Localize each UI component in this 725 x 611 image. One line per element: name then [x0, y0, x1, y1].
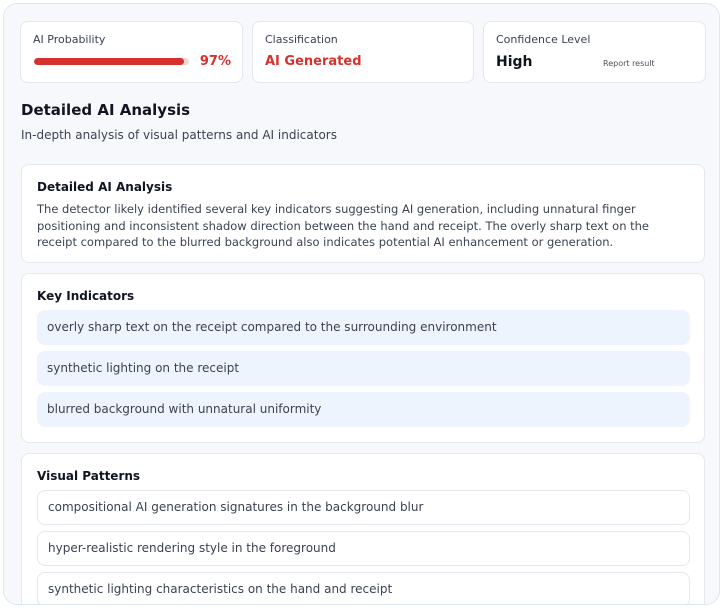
analysis-heading: Detailed AI Analysis [37, 180, 173, 194]
ai-probability-label: AI Probability [33, 33, 106, 46]
ai-probability-value: 97% [199, 54, 231, 69]
confidence-card: Confidence Level High Report result [483, 21, 706, 83]
section-subtitle: In-depth analysis of visual patterns and… [21, 128, 337, 142]
classification-card: Classification AI Generated [252, 21, 474, 83]
visual-patterns-heading: Visual Patterns [37, 469, 141, 483]
visual-patterns-panel: Visual Patterns compositional AI generat… [21, 453, 705, 604]
report-result-link[interactable]: Report result [603, 59, 655, 68]
ai-probability-bar [34, 58, 189, 65]
list-item: hyper-realistic rendering style in the f… [37, 531, 690, 566]
ai-probability-bar-fill [34, 58, 185, 65]
key-indicators-list: overly sharp text on the receipt compare… [37, 310, 690, 433]
key-indicators-heading: Key Indicators [37, 289, 135, 303]
analysis-body: The detector likely identified several k… [37, 202, 650, 249]
classification-label: Classification [265, 33, 338, 46]
list-item: synthetic lighting characteristics on th… [37, 572, 690, 604]
list-item: overly sharp text on the receipt compare… [37, 310, 690, 345]
confidence-label: Confidence Level [496, 33, 591, 46]
results-container: AI Probability 97% Classification AI Gen… [3, 3, 720, 605]
classification-value: AI Generated [265, 54, 362, 69]
key-indicators-panel: Key Indicators overly sharp text on the … [21, 273, 705, 443]
section-title: Detailed AI Analysis [21, 101, 191, 119]
confidence-value: High [496, 54, 533, 70]
analysis-panel: Detailed AI Analysis The detector likely… [21, 164, 705, 263]
list-item: compositional AI generation signatures i… [37, 490, 690, 525]
ai-probability-card: AI Probability 97% [20, 21, 243, 83]
visual-patterns-list: compositional AI generation signatures i… [37, 490, 690, 604]
list-item: synthetic lighting on the receipt [37, 351, 690, 386]
list-item: blurred background with unnatural unifor… [37, 392, 690, 427]
